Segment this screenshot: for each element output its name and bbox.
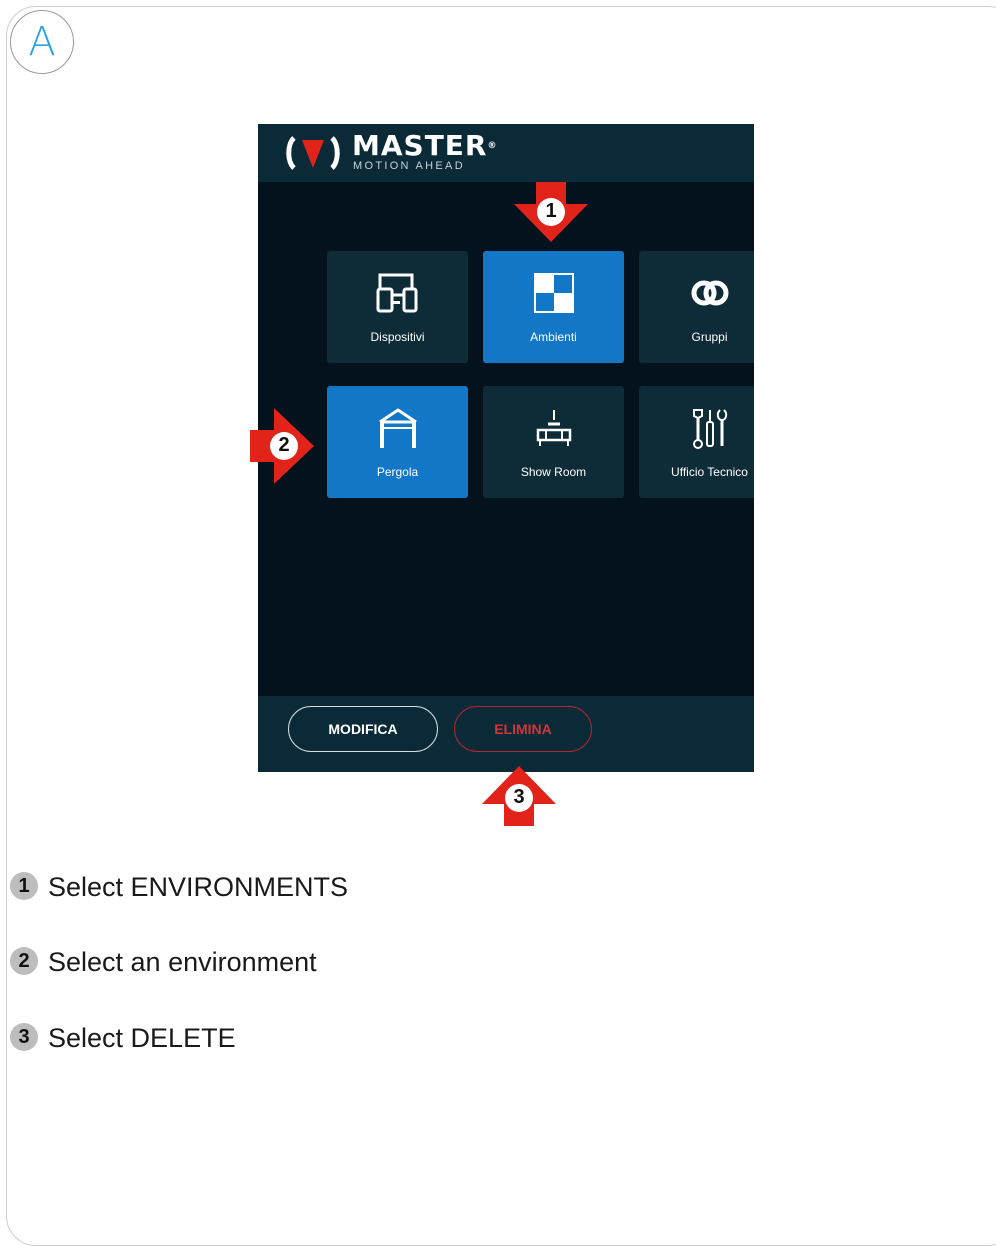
tools-icon xyxy=(692,409,727,449)
tile-dispositivi[interactable]: Dispositivi xyxy=(327,251,468,363)
master-logo-icon xyxy=(286,136,340,170)
environments-icon xyxy=(533,273,574,313)
step-number-badge: 1 xyxy=(10,872,38,900)
tile-label: Ufficio Tecnico xyxy=(671,465,748,479)
brand-name: MASTER® xyxy=(352,129,498,162)
app-header: MASTER® MOTION AHEAD xyxy=(258,124,754,182)
step-number-badge: 2 xyxy=(10,947,38,975)
tile-label: Ambienti xyxy=(530,330,577,344)
callout-arrow-3: 3 xyxy=(482,766,556,826)
legend-text: Select ENVIRONMENTS xyxy=(48,872,349,902)
tile-ufficio-tecnico[interactable]: Ufficio Tecnico xyxy=(639,386,754,498)
tile-label: Pergola xyxy=(376,465,419,479)
tile-label: Dispositivi xyxy=(370,330,425,344)
app-screen: MASTER® MOTION AHEAD Dispositivi Ambient… xyxy=(258,124,754,772)
bottom-action-bar: MODIFICA ELIMINA xyxy=(258,696,754,772)
step-number-badge: 3 xyxy=(10,1023,38,1051)
sofa-lamp-icon xyxy=(536,410,571,446)
devices-icon xyxy=(376,273,417,313)
elimina-button[interactable]: ELIMINA xyxy=(454,706,592,752)
tile-label: Gruppi xyxy=(691,330,728,344)
step-letter-badge: A xyxy=(10,10,74,74)
callout-arrow-1: 1 xyxy=(514,182,588,242)
groups-icon xyxy=(691,280,728,306)
legend-text: Select DELETE xyxy=(48,1023,236,1053)
legend-text: Select an environment xyxy=(48,947,317,977)
brand-tagline: MOTION AHEAD xyxy=(353,160,465,172)
pergola-icon xyxy=(378,408,417,448)
tile-gruppi[interactable]: Gruppi xyxy=(639,251,754,363)
tile-show-room[interactable]: Show Room xyxy=(483,386,624,498)
tile-pergola[interactable]: Pergola xyxy=(327,386,468,498)
tile-ambienti[interactable]: Ambienti xyxy=(483,251,624,363)
tile-label: Show Room xyxy=(520,465,587,479)
callout-arrow-2: 2 xyxy=(250,408,314,484)
modifica-button[interactable]: MODIFICA xyxy=(288,706,438,752)
